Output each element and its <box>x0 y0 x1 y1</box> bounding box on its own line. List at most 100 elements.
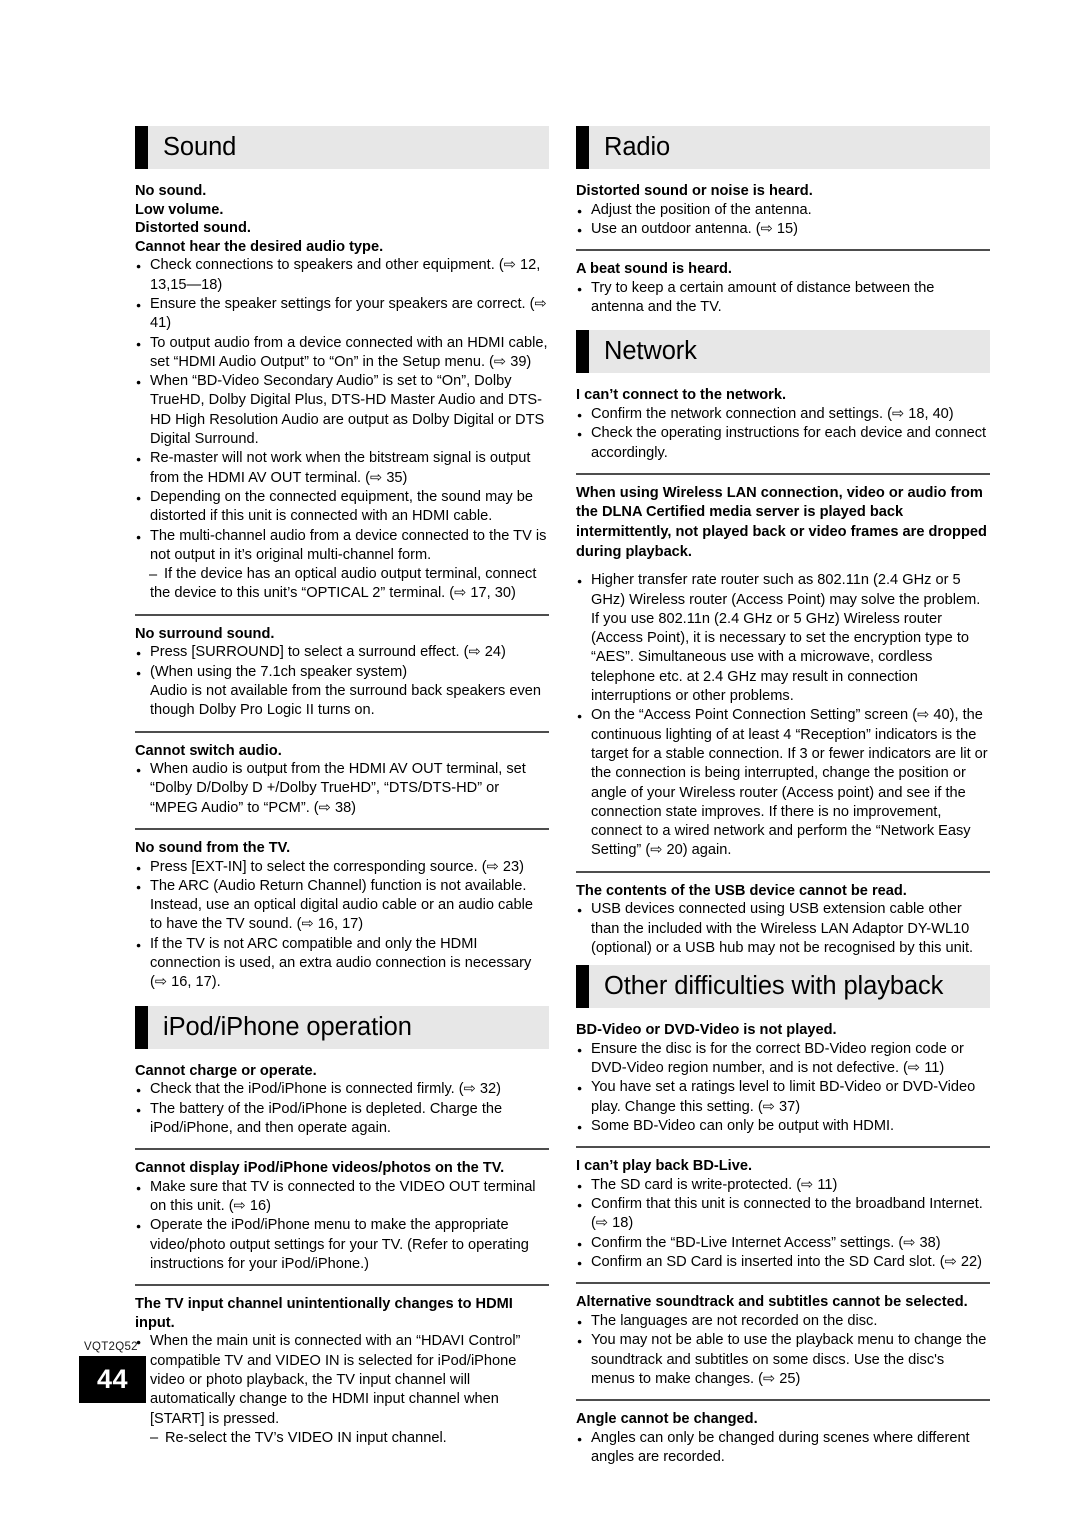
bullet-list: USB devices connected using USB extensio… <box>576 900 990 958</box>
question-heading: The contents of the USB device cannot be… <box>576 882 907 899</box>
bullet-list: Press [SURROUND] to select a surround ef… <box>135 643 549 720</box>
list-item: Try to keep a certain amount of distance… <box>576 279 990 318</box>
bullet-list: Check that the iPod/iPhone is connected … <box>135 1080 549 1138</box>
list-item: On the “Access Point Connection Setting”… <box>576 706 990 860</box>
question-heading: Cannot hear the desired audio type. <box>135 238 384 255</box>
question-heading: The TV input channel unintentionally cha… <box>135 1296 513 1331</box>
list-item: Use an outdoor antenna. (⇨ 15) <box>576 220 990 241</box>
bullet-list: The languages are not recorded on the di… <box>576 1312 990 1389</box>
divider <box>576 870 990 873</box>
question-heading: Distorted sound. <box>135 220 251 237</box>
left-column: Sound No sound. Low volume. Distorted so… <box>135 126 549 1467</box>
divider <box>135 1284 549 1287</box>
list-item: You have set a ratings level to limit BD… <box>576 1078 990 1117</box>
bullet-list: Adjust the position of the antenna. Use … <box>576 201 990 241</box>
question-heading: Cannot switch audio. <box>135 742 282 759</box>
question-heading: Alternative soundtrack and subtitles can… <box>576 1294 968 1311</box>
question-heading: BD-Video or DVD-Video is not played. <box>576 1022 837 1039</box>
list-item-sub: If the device has an optical audio outpu… <box>135 565 549 604</box>
list-item: Check the operating instructions for eac… <box>576 424 990 463</box>
divider <box>576 1282 990 1285</box>
qa-block: I can’t connect to the network. Confirm … <box>576 386 990 462</box>
section-title: iPod/iPhone operation <box>163 1012 412 1041</box>
qa-block: The contents of the USB device cannot be… <box>576 882 990 958</box>
divider <box>135 1148 549 1151</box>
question-heading: No sound from the TV. <box>135 839 291 856</box>
qa-block: Alternative soundtrack and subtitles can… <box>576 1293 990 1389</box>
list-item: Re-master will not work when the bitstre… <box>135 449 549 488</box>
qa-block: No sound. Low volume. Distorted sound. C… <box>135 182 549 604</box>
document-code: VQT2Q52 <box>84 1341 138 1353</box>
qa-block: The TV input channel unintentionally cha… <box>135 1295 549 1448</box>
list-item: To output audio from a device connected … <box>135 334 549 373</box>
bullet-list: Higher transfer rate router such as 802.… <box>576 571 990 860</box>
section-title: Network <box>604 337 697 366</box>
bullet-list: Make sure that TV is connected to the VI… <box>135 1178 549 1274</box>
list-item: If the TV is not ARC compatible and only… <box>135 935 549 993</box>
divider <box>576 472 990 475</box>
list-item: Ensure the disc is for the correct BD-Vi… <box>576 1040 990 1079</box>
list-item: Adjust the position of the antenna. <box>576 201 990 222</box>
bullet-list: Press [EXT-IN] to select the correspondi… <box>135 858 549 993</box>
list-item: (When using the 7.1ch speaker system) Au… <box>135 663 549 721</box>
section-bar-icon <box>135 1005 148 1049</box>
qa-block: A beat sound is heard. Try to keep a cer… <box>576 260 990 317</box>
divider <box>576 1399 990 1402</box>
divider <box>135 827 549 830</box>
section-header-radio: Radio <box>576 126 990 169</box>
divider <box>576 249 990 252</box>
list-item: The SD card is write-protected. (⇨ 11) <box>576 1176 990 1197</box>
bold-paragraph: When using Wireless LAN connection, vide… <box>576 484 987 560</box>
section-bar-icon <box>576 965 589 1009</box>
divider <box>135 730 549 733</box>
question-heading: Cannot charge or operate. <box>135 1062 317 1079</box>
list-item-continuation: Audio is not available from the surround… <box>150 682 542 719</box>
bullet-list: Check connections to speakers and other … <box>135 256 549 603</box>
question-heading: Low volume. <box>135 201 224 218</box>
manual-page: Sound No sound. Low volume. Distorted so… <box>0 0 1080 1528</box>
list-item: The battery of the iPod/iPhone is deplet… <box>135 1100 549 1139</box>
section-title: Other difficulties with playback <box>604 972 944 1001</box>
page-number: 44 <box>79 1356 146 1403</box>
bullet-list: Ensure the disc is for the correct BD-Vi… <box>576 1040 990 1138</box>
list-item: Check connections to speakers and other … <box>135 256 549 295</box>
section-title: Sound <box>163 133 237 161</box>
section-header-ipod-iphone-operation: iPod/iPhone operation <box>135 1005 549 1049</box>
two-column-body: Sound No sound. Low volume. Distorted so… <box>135 126 990 1467</box>
section-bar-icon <box>576 126 589 169</box>
list-item: Press [EXT-IN] to select the correspondi… <box>135 858 549 879</box>
question-heading: No surround sound. <box>135 625 275 642</box>
section-header-sound: Sound <box>135 126 549 169</box>
list-item: Confirm that this unit is connected to t… <box>576 1195 990 1234</box>
question-heading: I can’t play back BD-Live. <box>576 1158 752 1175</box>
list-item: When audio is output from the HDMI AV OU… <box>135 760 549 818</box>
list-item: The multi-channel audio from a device co… <box>135 527 549 566</box>
qa-block: I can’t play back BD-Live. The SD card i… <box>576 1157 990 1274</box>
list-item-text: When the main unit is connected with an … <box>150 1333 521 1427</box>
section-bar-icon <box>135 126 148 169</box>
qa-block: No surround sound. Press [SURROUND] to s… <box>135 625 549 721</box>
section-header-other-difficulties-with-playback: Other difficulties with playback <box>576 965 990 1009</box>
list-item: The languages are not recorded on the di… <box>576 1312 990 1333</box>
list-item: Confirm the “BD-Live Internet Access” se… <box>576 1234 990 1255</box>
question-heading: Distorted sound or noise is heard. <box>576 183 813 199</box>
list-item: Some BD-Video can only be output with HD… <box>576 1117 990 1138</box>
question-heading: Cannot display iPod/iPhone videos/photos… <box>135 1160 505 1177</box>
list-item: Check that the iPod/iPhone is connected … <box>135 1080 549 1101</box>
sub-note: Re-select the TV’s VIDEO IN input channe… <box>150 1429 549 1449</box>
qa-block: Angle cannot be changed. Angles can only… <box>576 1410 990 1467</box>
list-item: Operate the iPod/iPhone menu to make the… <box>135 1216 549 1274</box>
bullet-list: When audio is output from the HDMI AV OU… <box>135 760 549 818</box>
list-item: Confirm the network connection and setti… <box>576 405 990 426</box>
list-item: Make sure that TV is connected to the VI… <box>135 1178 549 1217</box>
question-heading: I can’t connect to the network. <box>576 387 787 404</box>
section-title: Radio <box>604 133 671 161</box>
list-item: USB devices connected using USB extensio… <box>576 900 990 958</box>
section-bar-icon <box>576 330 589 374</box>
qa-block: Cannot display iPod/iPhone videos/photos… <box>135 1159 549 1274</box>
list-item: You may not be able to use the playback … <box>576 1331 990 1389</box>
right-column: Radio Distorted sound or noise is heard.… <box>576 126 990 1467</box>
qa-block: Cannot switch audio. When audio is outpu… <box>135 742 549 818</box>
list-item: Higher transfer rate router such as 802.… <box>576 571 990 706</box>
list-item-text: (When using the 7.1ch speaker system) <box>150 663 408 680</box>
